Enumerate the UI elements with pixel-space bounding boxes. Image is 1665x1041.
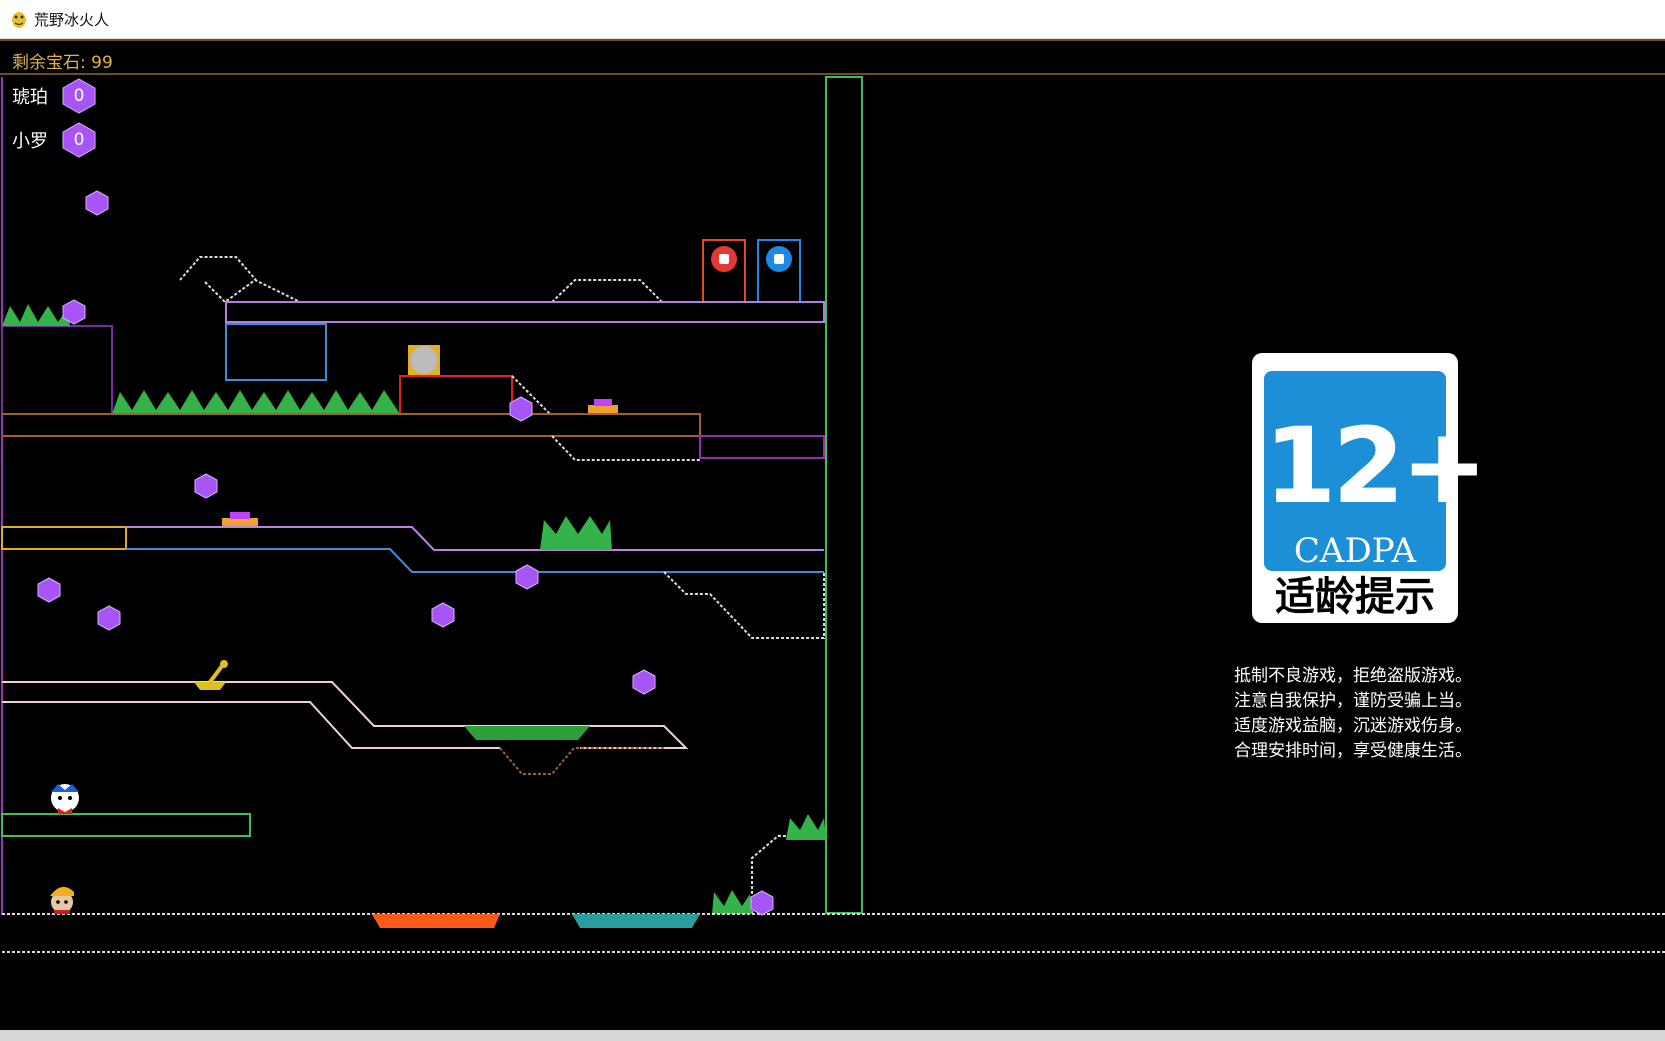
- window-title: 荒野冰火人: [34, 11, 110, 29]
- acid-pool: [464, 726, 590, 740]
- purple-block: [1, 325, 113, 415]
- age-rating-badge: 12+ CADPA 适龄提示: [1252, 353, 1488, 623]
- ledge-bump: [551, 279, 663, 303]
- fire-player-sprite: [50, 886, 74, 914]
- gem-counter-icon: 0: [60, 77, 98, 115]
- pink-platform-top: [126, 526, 824, 551]
- bush: [786, 814, 826, 840]
- pressure-button: [230, 512, 250, 519]
- level-boundary-column: [825, 76, 863, 914]
- red-box: [399, 375, 513, 415]
- gems-remaining-counter: 剩余宝石: 99: [12, 53, 113, 73]
- health-gaming-notice: 抵制不良游戏，拒绝盗版游戏。 注意自我保护，谨防受骗上当。 适度游戏益脑，沉迷游…: [1234, 664, 1514, 764]
- lava-pool: [372, 914, 500, 928]
- gem-count: 0: [73, 86, 85, 106]
- lever-base: [194, 682, 226, 690]
- blue-block: [225, 323, 327, 381]
- age-rating-number: 12+: [1264, 405, 1488, 527]
- age-rating-org: CADPA: [1293, 531, 1417, 571]
- yellow-elevator: [1, 526, 127, 550]
- ledge-bump: [179, 256, 257, 281]
- water-pool: [572, 914, 700, 928]
- pressure-plate: [222, 518, 258, 526]
- notice-line: 适度游戏益脑，沉迷游戏伤身。: [1234, 716, 1472, 736]
- bush: [712, 890, 752, 914]
- blue-platform-bottom: [126, 548, 824, 573]
- bush: [540, 516, 612, 550]
- notice-line: 抵制不良游戏，拒绝盗版游戏。: [1234, 666, 1472, 686]
- top-platform: [225, 301, 825, 323]
- lever-handle: [208, 664, 224, 684]
- hud-bar: 剩余宝石: 99: [0, 39, 1665, 75]
- gem-count: 0: [73, 130, 85, 150]
- age-rating-label: 适龄提示: [1275, 574, 1435, 620]
- bush: [2, 304, 70, 326]
- gem-counter-icon: 0: [60, 121, 98, 159]
- python-game-icon: [12, 12, 26, 28]
- taskbar-strip: [0, 1030, 1665, 1041]
- player-score-amber: 琥珀 0: [12, 77, 98, 115]
- ledge-ramp: [204, 278, 301, 304]
- green-platform: [1, 813, 251, 837]
- pressure-plate: [588, 405, 618, 413]
- player-score-luo: 小罗 0: [12, 121, 98, 159]
- gray-ball: [410, 346, 438, 374]
- player-name: 琥珀: [12, 87, 48, 108]
- age-rating-panel: 12+ CADPA: [1264, 371, 1488, 571]
- window-titlebar: 荒野冰火人: [0, 0, 1665, 39]
- pressure-button: [594, 399, 612, 406]
- notice-line: 合理安排时间，享受健康生活。: [1234, 741, 1472, 761]
- player-name: 小罗: [12, 131, 48, 152]
- ice-player-sprite: [51, 784, 79, 814]
- notice-line: 注意自我保护，谨防受骗上当。: [1234, 691, 1472, 711]
- purple-ledge: [699, 435, 825, 459]
- bush-row: [112, 390, 400, 414]
- brown-platform: [2, 413, 701, 437]
- gem-icon: [37, 190, 774, 916]
